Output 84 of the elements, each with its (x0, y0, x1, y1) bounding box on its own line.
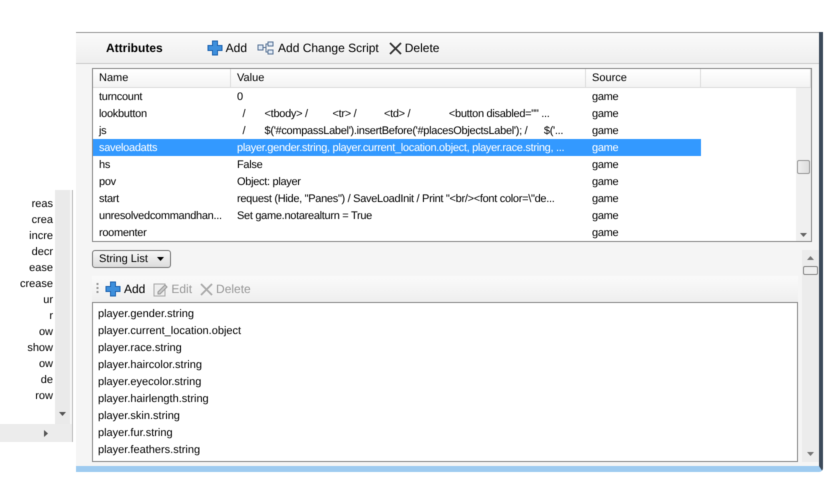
list-item[interactable]: player.haircolor.string (98, 357, 797, 374)
table-cell-text: game (591, 192, 620, 204)
tree-item[interactable]: de (40, 372, 55, 388)
diagram-icon (257, 41, 276, 55)
table-cell-text: 0 (236, 90, 244, 102)
list-item[interactable]: player.eyecolor.string (98, 374, 797, 391)
list-item[interactable]: player.skin.string (98, 408, 797, 425)
column-header[interactable]: Name (93, 69, 231, 87)
tree-item[interactable]: r (49, 308, 55, 324)
tree-item[interactable]: incre (29, 228, 55, 244)
table-row[interactable]: unresolvedcommandhan... Set game.notarealturn = True game (93, 207, 701, 224)
scrollbar[interactable] (796, 88, 811, 241)
table-cell-text: lookbutton (98, 108, 148, 120)
list-item[interactable]: player.fur.string (98, 425, 797, 442)
table-cell-text: Object: player (236, 176, 302, 188)
table-cell-text: saveloadatts (98, 142, 158, 154)
table-cell-text: player.gender.string, player.current_location.object, player.race.string, ... (236, 142, 566, 154)
tree-item[interactable]: ow (38, 356, 55, 372)
toolbar-button[interactable]: Add (103, 280, 148, 298)
table-cell-text: game (591, 108, 620, 120)
table-row[interactable]: turncount 0 game (93, 88, 701, 105)
tree-item[interactable]: crea (32, 212, 55, 228)
scrollbar[interactable] (0, 424, 72, 442)
close-icon (200, 282, 214, 296)
scroll-down-icon[interactable] (807, 452, 814, 456)
caret-icon (157, 257, 164, 261)
table-cell-text: / $('#compassLabel').insertBefore('#placesObjectsLabel'); / $('... (242, 124, 564, 136)
scrollbar[interactable] (55, 190, 70, 424)
scroll-down-icon[interactable] (59, 412, 66, 416)
scroll-down-icon[interactable] (800, 233, 807, 237)
table-cell-text: game (591, 124, 620, 136)
scroll-thumb[interactable] (797, 160, 810, 174)
table-row[interactable]: start request (Hide, "Panes") / SaveLoadInit / Print "<br/><font color=\"de... game (93, 190, 701, 207)
list-item[interactable]: player.race.string (98, 340, 797, 357)
table-cell-text: request (Hide, "Panes") / SaveLoadInit / Print "<br/><font color=\"de... (236, 192, 556, 204)
column-header[interactable]: Source (586, 69, 701, 87)
grip-icon (96, 282, 99, 296)
toolbar-button[interactable]: Delete (386, 40, 442, 56)
list-item[interactable]: player.feathers.string (98, 442, 797, 459)
table-row[interactable]: lookbutton / <tbody> / <tr> / <td> / <button disabled="" ... game (93, 105, 701, 122)
toolbar-button[interactable]: Add (204, 39, 250, 57)
table-cell-text: hs (98, 158, 112, 170)
table-cell-text: roomenter (98, 226, 148, 238)
scrollbar[interactable] (802, 250, 819, 462)
tree-item[interactable]: ease (29, 260, 55, 276)
table-cell-text: game (591, 176, 620, 188)
tree-item[interactable]: ur (43, 292, 55, 308)
table-cell-text: game (591, 226, 620, 238)
type-dropdown[interactable]: String List (92, 250, 171, 268)
scroll-right-icon[interactable] (44, 430, 48, 436)
table-row[interactable]: hs False game (93, 156, 701, 173)
table-cell-text: Set game.notarealturn = True (236, 210, 373, 222)
list-item[interactable]: player.current_location.object (98, 323, 797, 340)
table-row[interactable]: js / $('#compassLabel').insertBefore('#placesObjectsLabel'); / $('... game (93, 122, 701, 139)
tree-item[interactable]: ow (38, 324, 55, 340)
scroll-up-icon[interactable] (807, 256, 814, 260)
plus-icon (105, 281, 121, 297)
edit-icon (153, 282, 168, 296)
tree-item[interactable]: row (35, 388, 55, 404)
table-cell-text: start (98, 192, 120, 204)
table-cell-text: unresolvedcommandhan... (98, 210, 223, 222)
tree-item[interactable]: crease (20, 276, 55, 292)
table-cell-text: False (236, 158, 264, 170)
table-cell-text: turncount (98, 90, 144, 102)
column-header[interactable]: Value (231, 69, 586, 87)
panel-title: Attributes (106, 41, 163, 55)
list-item[interactable]: player.hairlength.string (98, 391, 797, 408)
table-row[interactable]: roomenter game (93, 224, 701, 241)
list-item[interactable]: player.gender.string (98, 306, 797, 323)
close-icon (388, 42, 402, 54)
table-cell-text: game (591, 210, 620, 222)
scroll-thumb[interactable] (803, 266, 818, 275)
tree-item[interactable]: show (27, 340, 55, 356)
table-cell-text: js (98, 124, 108, 136)
table-cell-text: game (591, 158, 620, 170)
table-cell-text: pov (98, 176, 117, 188)
plus-icon (206, 40, 223, 56)
table-row[interactable]: pov Object: player game (93, 173, 701, 190)
table-cell-text: game (591, 142, 620, 154)
table-cell-text: game (591, 90, 620, 102)
tree-item[interactable]: decr (32, 244, 55, 260)
toolbar-button[interactable]: Add Change Script (255, 40, 381, 56)
table-cell-text: / <tbody> / <tr> / <td> / <button disabled="" ... (242, 108, 550, 120)
tree-item[interactable]: reas (32, 196, 55, 212)
